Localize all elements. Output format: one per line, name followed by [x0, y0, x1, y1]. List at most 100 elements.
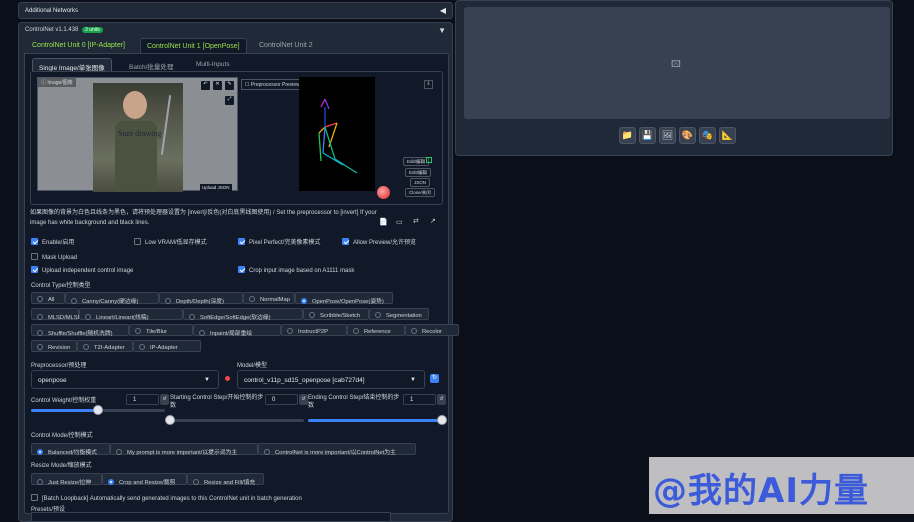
radio-empty-icon [85, 314, 91, 320]
download-icon[interactable]: ⇩ [424, 80, 433, 89]
control-type-option[interactable]: Lineart/Lineart(线稿) [79, 308, 183, 321]
reset-icon[interactable]: ↺ [437, 394, 446, 405]
radio-empty-icon [264, 449, 270, 455]
brush-icon[interactable]: ✎ [225, 81, 234, 90]
run-preprocessor-icon[interactable] [225, 376, 230, 381]
control-type-option[interactable]: All [31, 292, 65, 304]
control-type-option[interactable]: IP-Adapter [133, 340, 201, 352]
mask-upload-checkbox[interactable]: Mask Upload [31, 253, 77, 261]
control-type-option[interactable]: Inpaint/局部重绘 [193, 324, 281, 337]
preprocessor-label: Preprocessor/预处理 [31, 363, 87, 369]
starting-step-track[interactable] [170, 419, 304, 422]
radio-empty-icon [37, 479, 43, 485]
resize-mode-label: Resize Mode/缩放模式 [31, 463, 92, 469]
upload-json-button[interactable]: Upload JSON [200, 184, 232, 191]
camera-icon[interactable]: ▭ [396, 218, 403, 226]
tab-multi-inputs[interactable]: Multi-Inputs [190, 58, 236, 71]
starting-step-handle[interactable] [165, 415, 175, 425]
control-type-option[interactable]: Segmentation [369, 308, 429, 320]
allow-preview-checkbox[interactable]: Allow Preview/允许预览 [342, 237, 416, 246]
pixel-perfect-checkbox[interactable]: Pixel Perfect/完美像素模式 [238, 237, 320, 246]
open-folder-icon[interactable]: 📁 [619, 127, 636, 144]
send-to-inpaint-icon[interactable]: 🎨 [679, 127, 696, 144]
radio-empty-icon [189, 314, 195, 320]
watermark-text: @我的AI力量 [653, 471, 869, 511]
send-to-img2img-icon[interactable]: 🖼 [659, 127, 676, 144]
pose-check-icon[interactable] [426, 157, 432, 163]
control-weight-handle[interactable] [93, 405, 103, 415]
control-type-option[interactable]: NormalMap [243, 292, 295, 304]
control-type-option[interactable]: Depth/Depth(深度) [159, 292, 243, 305]
starting-step-input[interactable]: 0 ↺ [265, 394, 308, 405]
crop-input-checkbox[interactable]: Crop input image based on A1111 mask [238, 266, 354, 274]
tab-batch[interactable]: Batch/批量处理 [123, 58, 179, 71]
control-type-option[interactable]: T2I-Adapter [77, 340, 133, 352]
tab-unit-0[interactable]: ControlNet Unit 0 [IP-Adapter] [26, 38, 131, 53]
preview-toggle-icon[interactable]: ☐ [245, 82, 249, 88]
collapse-down-icon[interactable]: ▼ [438, 26, 446, 35]
control-type-option[interactable]: InstructP2P [281, 324, 347, 336]
save-icon[interactable]: 💾 [639, 127, 656, 144]
tab-unit-2[interactable]: ControlNet Unit 2 [253, 38, 319, 53]
control-type-option[interactable]: OpenPose/OpenPose(姿势) [295, 292, 393, 305]
control-type-option[interactable]: Shuffle/Shuffle(随机洗牌) [31, 324, 129, 337]
expand-icon[interactable]: ⤢ [225, 96, 234, 105]
additional-networks-header[interactable]: Additional Networks ◀ [18, 2, 453, 19]
ruler-icon[interactable]: 📐 [719, 127, 736, 144]
refresh-models-icon[interactable]: ↻ [430, 374, 439, 383]
mode-balanced[interactable]: Balanced/均衡模式 [31, 443, 110, 456]
resize-just[interactable]: Just Resize/拉伸 [31, 473, 102, 486]
control-type-option[interactable]: Tile/Blur [129, 324, 193, 336]
new-canvas-icon[interactable]: 📄 [379, 218, 388, 226]
swap-icon[interactable]: ⇄ [413, 217, 419, 225]
control-weight-input[interactable]: 1 ↺ [126, 394, 169, 405]
controlnet-title: ControlNet v1.1.438 3 units [25, 27, 103, 33]
control-type-label: Control Type/控制类型 [31, 283, 91, 289]
enable-checkbox[interactable]: Enable/启用 [31, 237, 74, 246]
ending-step-handle[interactable] [437, 415, 447, 425]
image-canvas[interactable]: ⓘ Image/图像 Start drawing ↶ ✕ ✎ ⤢ Upload … [37, 77, 238, 192]
send-to-extras-icon[interactable]: 🎭 [699, 127, 716, 144]
ending-step-input[interactable]: 1 ↺ [403, 394, 446, 405]
low-vram-checkbox[interactable]: Low VRAM/低显存模式 [134, 237, 207, 246]
tab-unit-1[interactable]: ControlNet Unit 1 [OpenPose] [140, 38, 247, 53]
control-type-option[interactable]: Reference [347, 324, 405, 336]
control-type-option[interactable]: MLSD/MLSD(直线) [31, 308, 97, 321]
radio-empty-icon [249, 296, 255, 302]
radio-empty-icon [165, 298, 171, 304]
reset-icon[interactable]: ↺ [160, 394, 169, 405]
radio-selected-icon [301, 298, 307, 304]
mode-controlnet[interactable]: ControlNet is more important/以ControlNet… [258, 443, 416, 456]
chevron-down-icon: ▼ [410, 377, 416, 383]
collapse-left-icon[interactable]: ◀ [440, 6, 446, 15]
ending-step-fill [308, 419, 442, 422]
clear-icon[interactable]: ✕ [213, 81, 222, 90]
control-type-option[interactable]: SoftEdge/SoftEdge(软边缘) [183, 308, 303, 321]
pose-close-button[interactable]: Close/关闭 [405, 188, 435, 197]
checkbox-checked-icon [31, 266, 38, 273]
radio-empty-icon [135, 328, 141, 334]
undo-icon[interactable]: ↶ [201, 81, 210, 90]
tab-single-image[interactable]: Single Image/单张图像 [32, 58, 112, 72]
batch-loopback-checkbox[interactable]: [Batch Loopback] Automatically send gene… [31, 494, 302, 502]
control-type-option[interactable]: Canny/Canny(硬边缘) [65, 292, 159, 305]
control-type-option[interactable]: Revision [31, 340, 77, 352]
mode-prompt[interactable]: My prompt is more important/以提示词为主 [110, 443, 258, 456]
pose-edit-button-2[interactable]: Edit/编辑 [405, 168, 432, 177]
reset-icon[interactable]: ↺ [299, 394, 308, 405]
radio-empty-icon [193, 479, 199, 485]
radio-empty-icon [375, 312, 381, 318]
resize-crop[interactable]: Crop and Resize/裁剪 [102, 473, 187, 486]
send-dimensions-icon[interactable]: ↗ [430, 217, 436, 225]
preprocessor-select[interactable]: openpose ▼ [31, 370, 219, 389]
pose-json-button[interactable]: JSON [410, 178, 431, 187]
upload-independent-checkbox[interactable]: Upload independent control image [31, 266, 133, 274]
units-badge: 3 units [82, 27, 103, 33]
model-select[interactable]: control_v11p_sd15_openpose [cab727d4] ▼ [237, 370, 425, 389]
radio-empty-icon [37, 330, 43, 336]
resize-fill[interactable]: Resize and Fill/填充 [187, 473, 264, 486]
chevron-down-icon: ▼ [204, 377, 210, 383]
control-type-option[interactable]: Recolor [405, 324, 459, 336]
control-mode-label: Control Mode/控制模式 [31, 433, 93, 439]
control-type-option[interactable]: Scribble/Sketch [303, 308, 369, 320]
